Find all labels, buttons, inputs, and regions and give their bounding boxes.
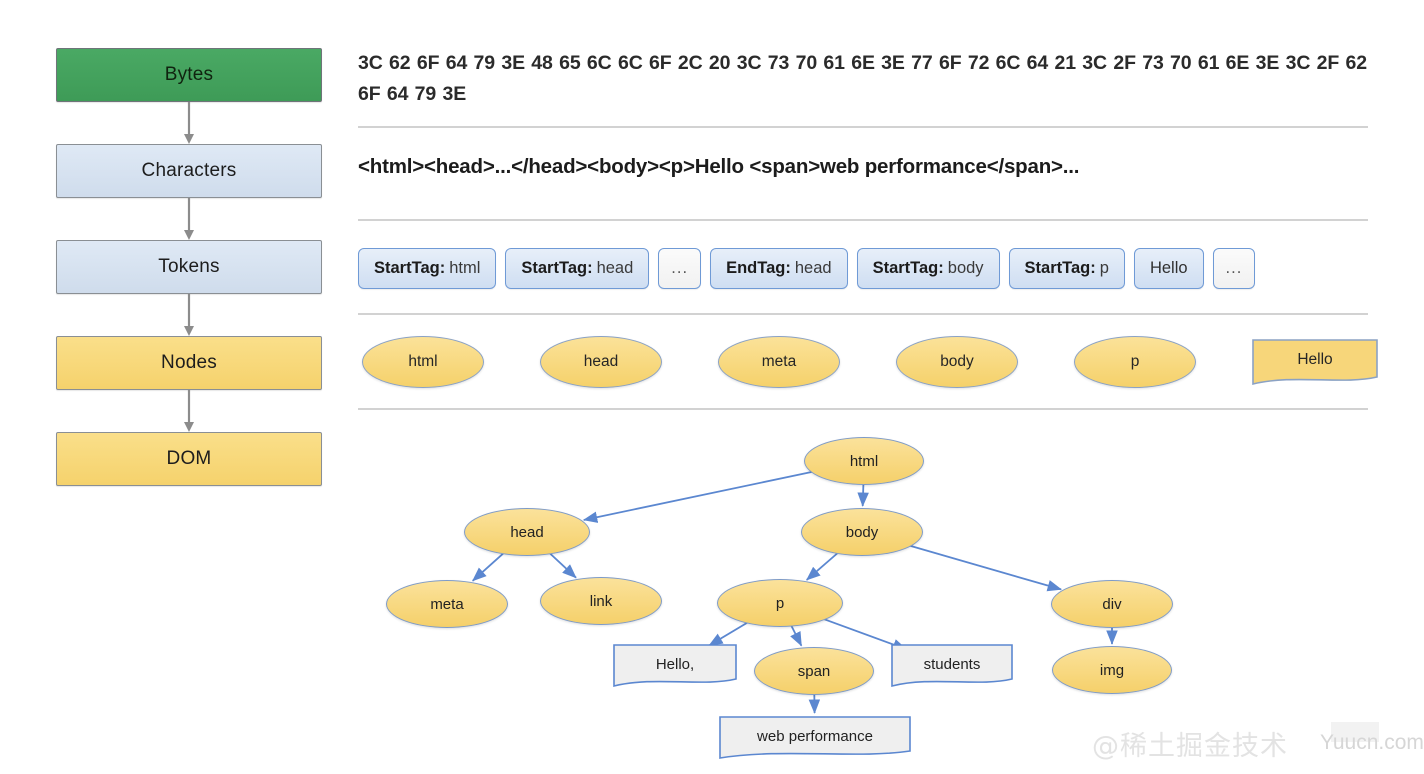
tree-element-node[interactable]: head — [464, 508, 590, 556]
node-ellipse[interactable]: meta — [718, 336, 840, 388]
pipeline-arrow-down-icon — [182, 102, 196, 144]
token-pill[interactable]: StartTag: body — [856, 248, 1000, 289]
token-pill[interactable]: StartTag: html — [358, 248, 497, 289]
separator-line-2 — [358, 219, 1368, 221]
tokens-row: StartTag: html StartTag: head... EndTag: head… — [358, 248, 1256, 289]
characters-markup-text: <html><head>...</head><body><p>Hello <sp… — [358, 155, 1080, 178]
node-label: body — [940, 353, 974, 370]
pipeline-arrow-down-icon — [182, 390, 196, 432]
watermark-latin: Yuucn.com — [1320, 731, 1424, 754]
pipeline-stage-label: DOM — [166, 448, 212, 469]
node-ellipse[interactable]: html — [362, 336, 484, 388]
token-pill[interactable]: ... — [658, 248, 702, 289]
tree-text-node[interactable]: Hello, — [613, 644, 737, 688]
node-slot: body — [896, 336, 1074, 388]
token-value: p — [1099, 259, 1109, 277]
token-key: StartTag: — [872, 259, 944, 277]
token-pill[interactable]: StartTag: head — [505, 248, 650, 289]
token-pill[interactable]: ... — [1212, 248, 1256, 289]
tree-node-label: link — [589, 592, 613, 610]
node-slot: head — [540, 336, 718, 388]
token-value: ... — [671, 259, 689, 277]
pipeline-stage-label: Nodes — [161, 352, 217, 373]
tree-node-label: p — [775, 594, 785, 612]
token-key: StartTag: — [374, 259, 446, 277]
node-label: head — [583, 353, 619, 370]
tree-element-node[interactable]: meta — [386, 580, 508, 628]
pipeline-stage-characters: Characters — [56, 144, 322, 198]
tree-element-node[interactable]: div — [1051, 580, 1173, 628]
separator-line-1 — [358, 126, 1368, 128]
token-value: Hello — [1149, 259, 1188, 277]
node-label: html — [408, 353, 438, 370]
token-key: EndTag: — [726, 259, 791, 277]
tree-node-label: body — [845, 523, 879, 541]
tree-element-node[interactable]: body — [801, 508, 923, 556]
token-value: head — [596, 259, 634, 277]
node-label: p — [1130, 353, 1140, 370]
tree-element-node[interactable]: img — [1052, 646, 1172, 694]
node-ellipse[interactable]: head — [540, 336, 662, 388]
token-value: head — [794, 259, 832, 277]
node-slot: meta — [718, 336, 896, 388]
pipeline-stage-label: Characters — [141, 160, 237, 181]
node-slot: html — [362, 336, 540, 388]
bytes-hex-text: 3C 62 6F 64 79 3E 48 65 6C 6C 6F 2C 20 3… — [358, 52, 1367, 105]
tree-node-label: Hello, — [655, 655, 695, 673]
watermark-cjk: @稀土掘金技术 — [1092, 731, 1288, 762]
tree-node-label: html — [849, 452, 879, 470]
separator-line-3 — [358, 313, 1368, 315]
token-value: body — [947, 259, 984, 277]
node-label: Hello — [1297, 351, 1333, 368]
token-value: ... — [1225, 259, 1243, 277]
node-slot: p — [1074, 336, 1252, 388]
pipeline-stage-tokens: Tokens — [56, 240, 322, 294]
tree-element-node[interactable]: link — [540, 577, 662, 625]
tree-element-node[interactable]: p — [717, 579, 843, 627]
tree-node-label: web performance — [757, 727, 873, 745]
diagram-canvas: Bytes Characters Tokens Nodes DOM 3C 62 6F 6… — [0, 0, 1424, 774]
pipeline-arrow-down-icon — [182, 198, 196, 240]
token-value: html — [449, 259, 481, 277]
token-pill[interactable]: EndTag: head — [710, 248, 848, 289]
tree-text-node[interactable]: students — [891, 644, 1013, 688]
token-key: StartTag: — [521, 259, 593, 277]
node-label: meta — [761, 353, 797, 370]
pipeline-stage-label: Bytes — [164, 64, 214, 85]
pipeline-stage-label: Tokens — [158, 256, 220, 277]
tree-node-label: span — [797, 662, 831, 680]
pipeline-stage-dom: DOM — [56, 432, 322, 486]
tree-node-label: head — [510, 523, 544, 541]
tree-node-label: students — [923, 655, 981, 673]
tree-element-node[interactable]: html — [804, 437, 924, 485]
pipeline-stage-bytes: Bytes — [56, 48, 322, 102]
tree-node-label: meta — [430, 595, 464, 613]
pipeline-arrow-down-icon — [182, 294, 196, 336]
tree-node-label: img — [1099, 661, 1125, 679]
separator-line-4 — [358, 408, 1368, 410]
tree-element-node[interactable]: span — [754, 647, 874, 695]
node-slot: Hello — [1252, 338, 1424, 386]
token-key: StartTag: — [1024, 259, 1096, 277]
token-pill[interactable]: StartTag: p — [1008, 248, 1125, 289]
token-pill[interactable]: Hello — [1133, 248, 1204, 289]
node-ellipse[interactable]: p — [1074, 336, 1196, 388]
node-document-shape[interactable]: Hello — [1252, 338, 1378, 386]
tree-node-label: div — [1102, 595, 1122, 613]
nodes-row: html head meta body p Hello — [362, 336, 1424, 388]
pipeline-stage-nodes: Nodes — [56, 336, 322, 390]
node-ellipse[interactable]: body — [896, 336, 1018, 388]
tree-text-node[interactable]: web performance — [719, 716, 911, 760]
dom-tree: html head body meta link p div Hello, span studen… — [358, 420, 1370, 770]
